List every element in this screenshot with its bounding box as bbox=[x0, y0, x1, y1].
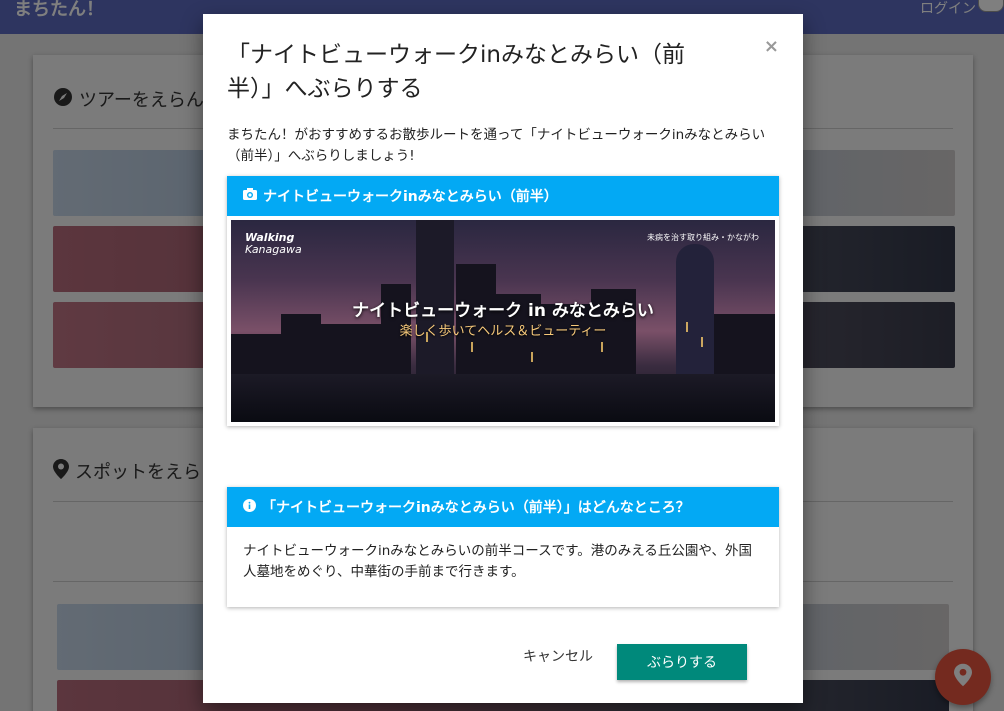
photo-panel: ナイトビューウォークinみなとみらい（前半） Walking Kanagawa bbox=[227, 176, 779, 426]
photo-headline: ナイトビューウォーク in みなとみらい bbox=[352, 301, 654, 321]
info-icon bbox=[243, 498, 256, 516]
dialog-title: 「ナイトビューウォークinみなとみらい（前半）」へぶらりする bbox=[227, 42, 685, 102]
dialog-intro: まちたん！がおすすめするお散歩ルートを通って「ナイトビューウォークinみなとみら… bbox=[227, 127, 766, 164]
tour-photo: Walking Kanagawa 未病を治す取り組み・かながわ ナイトビューウォ… bbox=[231, 220, 775, 422]
photo-panel-header: ナイトビューウォークinみなとみらい（前半） bbox=[227, 176, 779, 216]
cancel-button[interactable]: キャンセル bbox=[523, 646, 593, 666]
info-panel-body: ナイトビューウォークinみなとみらいの前半コースです。港のみえる丘公園や、外国人… bbox=[243, 543, 752, 580]
confirm-button[interactable]: ぶらりする bbox=[617, 644, 747, 680]
info-panel-header: 「ナイトビューウォークinみなとみらい（前半）」はどんなところ？ bbox=[227, 487, 779, 527]
photo-tagline: 未病を治す取り組み・かながわ bbox=[647, 233, 759, 242]
walking-kanagawa-logo: Walking Kanagawa bbox=[245, 231, 302, 256]
close-icon[interactable]: × bbox=[764, 36, 779, 57]
tour-dialog: 「ナイトビューウォークinみなとみらい（前半）」へぶらりする × まちたん！がお… bbox=[203, 14, 803, 703]
info-panel-title: 「ナイトビューウォークinみなとみらい（前半）」はどんなところ？ bbox=[262, 500, 690, 516]
info-panel: 「ナイトビューウォークinみなとみらい（前半）」はどんなところ？ ナイトビューウ… bbox=[227, 487, 779, 607]
photo-subline: 楽しく歩いてヘルス＆ビューティー bbox=[399, 324, 607, 339]
camera-icon bbox=[243, 188, 257, 204]
photo-panel-title: ナイトビューウォークinみなとみらい（前半） bbox=[263, 189, 558, 205]
